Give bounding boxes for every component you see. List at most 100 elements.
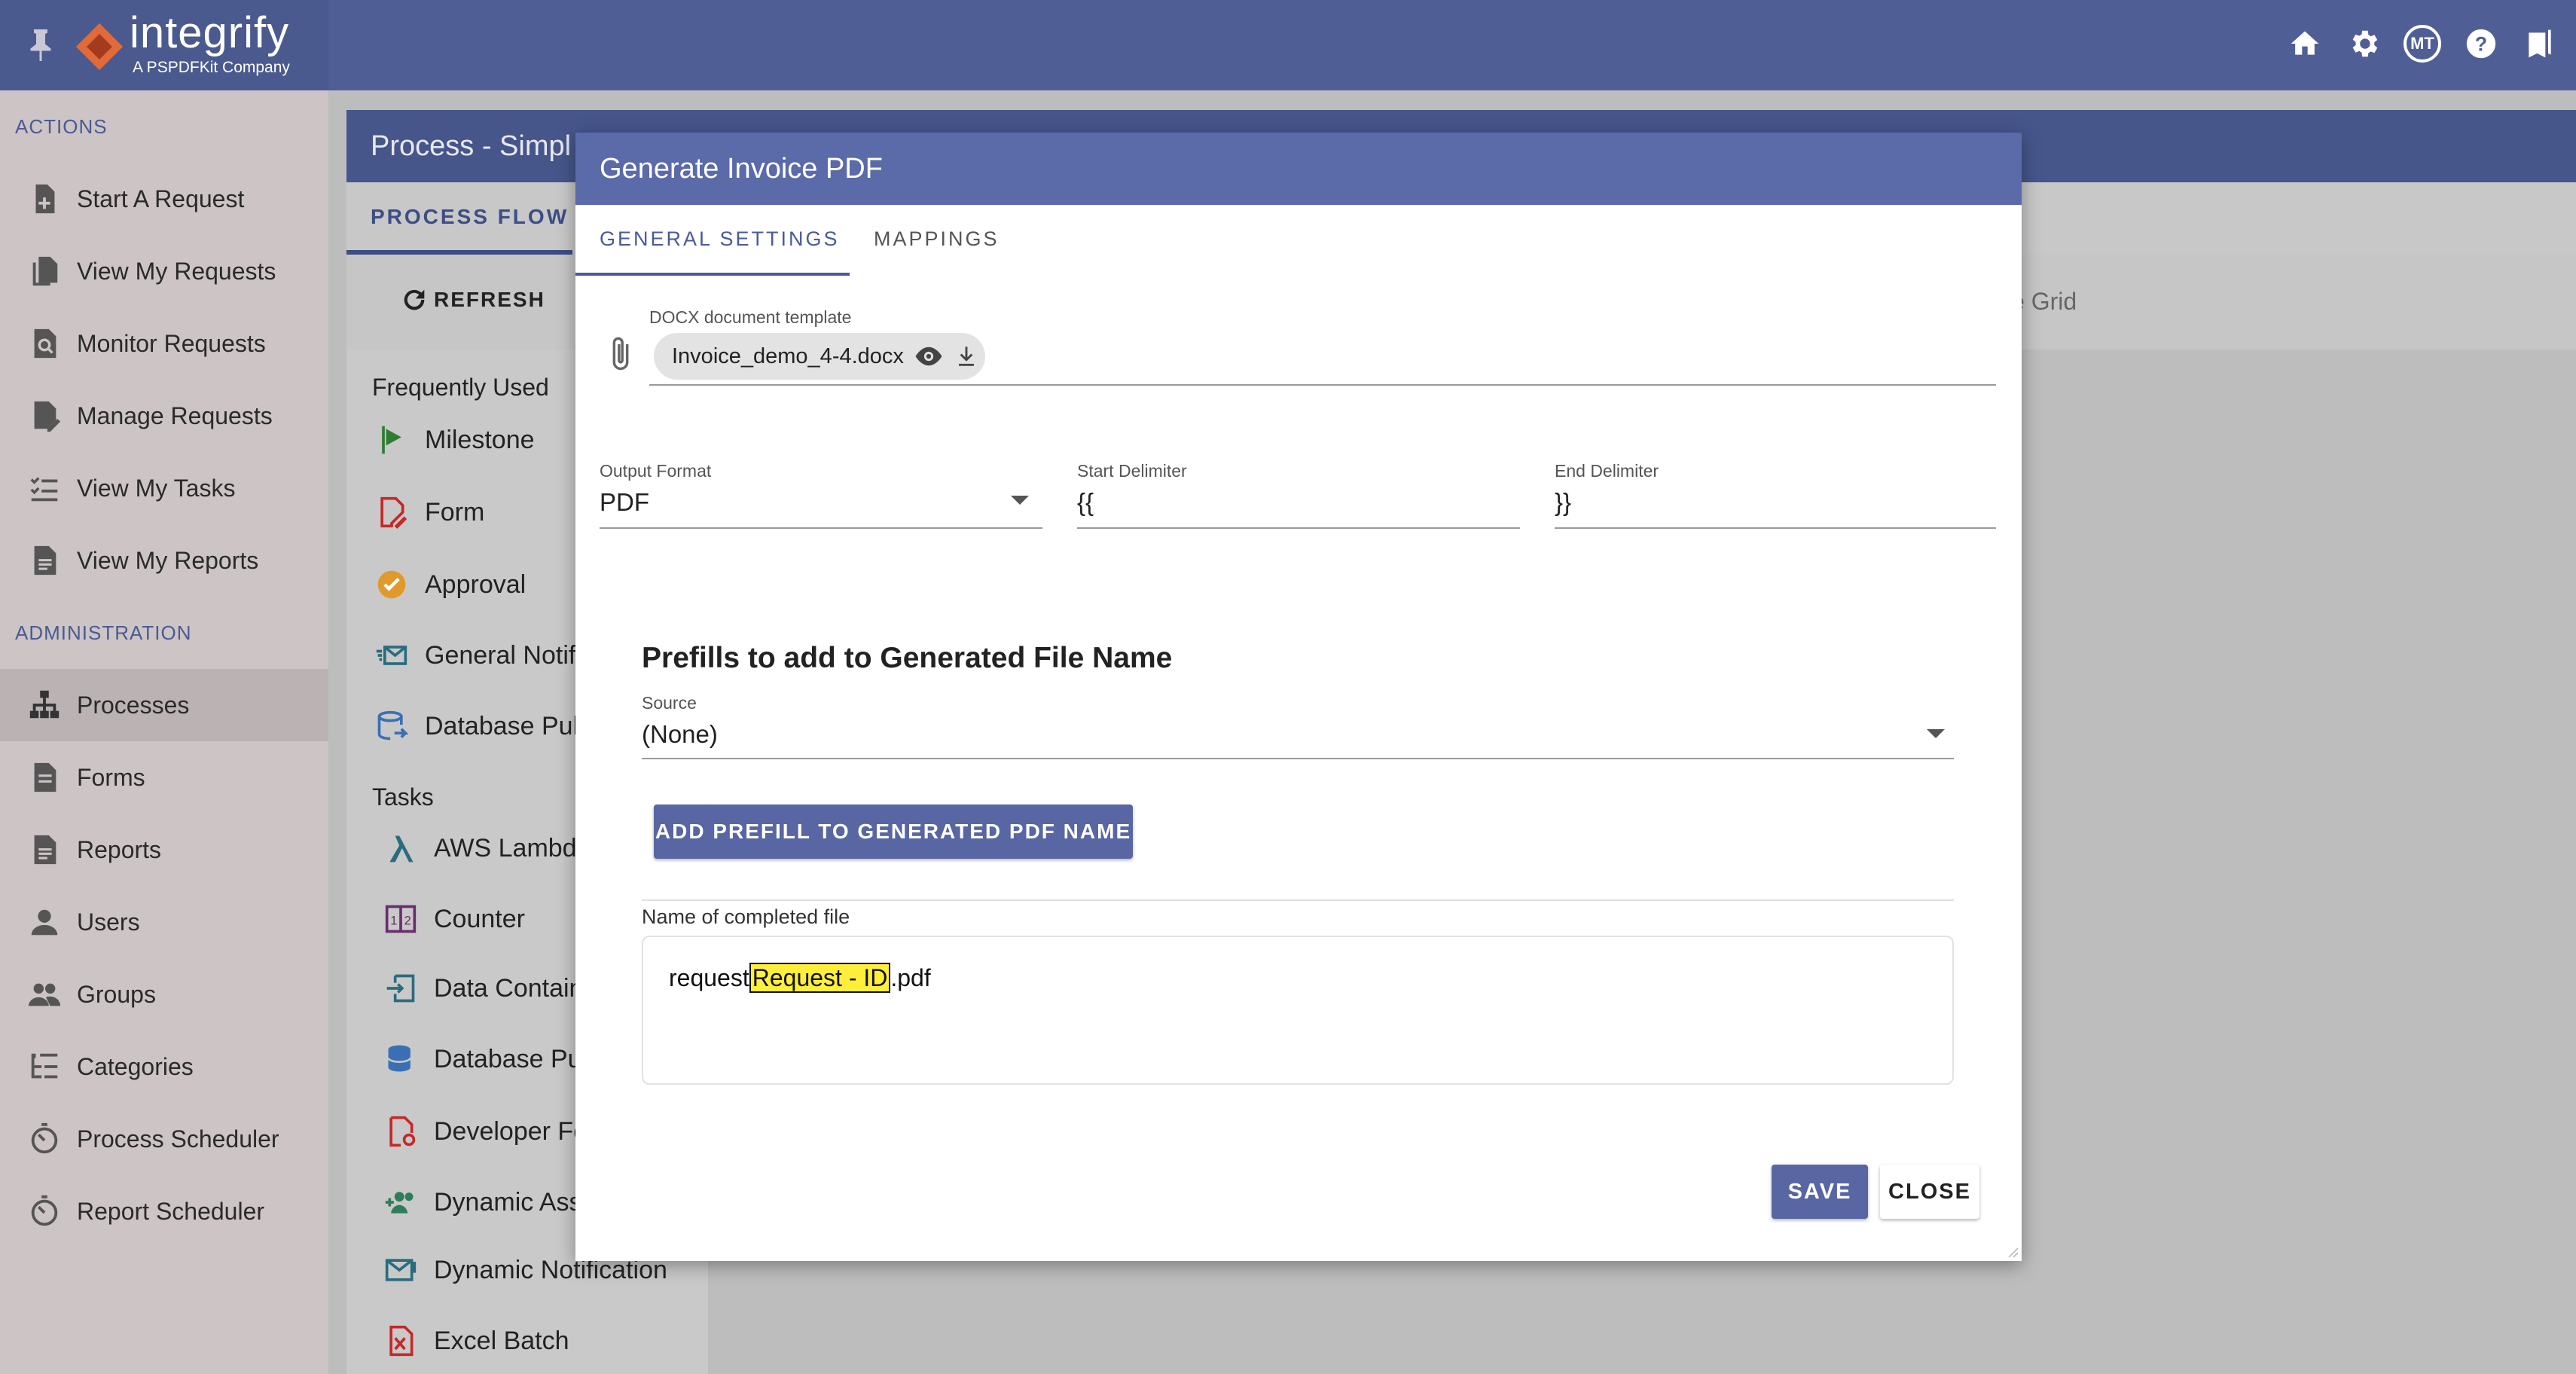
tasks-heading: Tasks	[372, 783, 434, 811]
report-icon	[34, 545, 56, 576]
download-icon[interactable]	[954, 344, 979, 369]
file-name-editor[interactable]: request Request - ID .pdf	[642, 936, 1954, 1085]
svg-text:?: ?	[2475, 33, 2487, 56]
template-underline	[649, 384, 1996, 386]
sidebar-item-label: View My Tasks	[77, 474, 236, 502]
sidebar-item-label: Report Scheduler	[77, 1197, 265, 1225]
database-icon	[377, 710, 408, 740]
palette-item-form[interactable]: Form	[375, 496, 484, 529]
start-delimiter-input[interactable]: {{	[1077, 488, 1094, 517]
refresh-button[interactable]: REFRESH	[399, 285, 545, 315]
sidebar-item-monitor-requests[interactable]: Monitor Requests	[0, 307, 328, 380]
palette-item-dynamic-assignment[interactable]: Dynamic Ass	[384, 1186, 582, 1219]
paperclip-icon[interactable]	[606, 334, 636, 374]
close-button[interactable]: CLOSE	[1880, 1165, 1979, 1219]
sidebar-item-manage-requests[interactable]: Manage Requests	[0, 380, 328, 452]
sidebar-item-start-a-request[interactable]: Start A Request	[0, 163, 328, 235]
palette-item-label: Dynamic Ass	[434, 1187, 582, 1217]
sidebar-item-label: View My Reports	[77, 546, 259, 574]
sidebar-item-view-my-requests[interactable]: View My Requests	[0, 235, 328, 307]
output-format-label: Output Format	[600, 461, 712, 481]
palette-item-milestone[interactable]: Milestone	[375, 423, 535, 456]
frequently-used-heading: Frequently Used	[372, 374, 549, 401]
add-prefill-button[interactable]: ADD PREFILL TO GENERATED PDF NAME	[654, 805, 1133, 859]
group-icon	[28, 983, 61, 1006]
sidebar-item-label: Users	[77, 908, 140, 936]
sidebar-item-processes[interactable]: Processes	[0, 669, 328, 741]
user-icon	[31, 909, 58, 936]
sidebar-item-view-my-reports[interactable]: View My Reports	[0, 524, 328, 597]
form-edit-icon	[380, 496, 407, 529]
pin-icon[interactable]	[27, 27, 54, 63]
sidebar-item-view-my-tasks[interactable]: View My Tasks	[0, 452, 328, 524]
home-icon[interactable]	[2284, 21, 2326, 66]
chevron-down-icon[interactable]	[1927, 729, 1945, 740]
logo-text: integrify	[130, 8, 290, 57]
palette-item-excel-batch[interactable]: Excel Batch	[384, 1324, 569, 1357]
end-delimiter-label: End Delimiter	[1555, 461, 1659, 481]
user-avatar[interactable]: MT	[2401, 21, 2443, 66]
sidebar-item-process-scheduler[interactable]: Process Scheduler	[0, 1103, 328, 1175]
source-underline	[642, 758, 1954, 759]
save-button[interactable]: SAVE	[1772, 1165, 1868, 1219]
palette-item-data-container[interactable]: Data Contain	[384, 972, 583, 1005]
palette-item-counter[interactable]: 12 Counter	[384, 902, 525, 936]
palette-item-developer-form[interactable]: Developer Fo	[384, 1115, 588, 1148]
palette-item-label: Excel Batch	[434, 1326, 569, 1355]
prefills-heading: Prefills to add to Generated File Name	[642, 642, 1173, 674]
gear-icon[interactable]	[2343, 21, 2385, 66]
sidebar-heading-actions: ACTIONS	[15, 114, 108, 138]
checklist-icon	[30, 477, 58, 502]
chevron-down-icon[interactable]	[1011, 496, 1029, 506]
palette-item-label: Database Pu	[434, 1044, 582, 1073]
template-label: DOCX document template	[649, 307, 852, 327]
tab-process-flow[interactable]: PROCESS FLOW	[371, 205, 569, 229]
palette-item-database-pull[interactable]: Database Pul	[375, 710, 578, 743]
sidebar-item-label: Groups	[77, 980, 156, 1008]
svg-text:1: 1	[390, 914, 397, 927]
end-delimiter-input[interactable]: }}	[1555, 488, 1571, 517]
sidebar-item-label: Process Scheduler	[77, 1125, 279, 1153]
email-alert-icon	[385, 1259, 417, 1281]
start-delimiter-underline	[1077, 527, 1520, 529]
flag-icon	[382, 426, 401, 454]
dialog-title: Generate Invoice PDF	[575, 133, 2022, 205]
active-tab-indicator	[575, 273, 850, 276]
palette-item-database-push[interactable]: Database Pu	[384, 1043, 582, 1076]
logo-area: integrify A PSPDFKit Company	[0, 0, 328, 90]
sidebar-item-categories[interactable]: Categories	[0, 1030, 328, 1103]
eye-icon[interactable]	[913, 340, 945, 372]
sidebar-item-label: Categories	[77, 1052, 194, 1080]
palette-item-label: Approval	[425, 569, 526, 599]
source-select[interactable]: (None)	[642, 720, 718, 749]
start-delimiter-label: Start Delimiter	[1077, 461, 1187, 481]
sidebar-item-label: Monitor Requests	[77, 329, 266, 357]
tab-general-settings[interactable]: GENERAL SETTINGS	[600, 227, 840, 251]
timer-icon	[31, 1195, 58, 1226]
import-icon	[386, 974, 415, 1003]
sidebar-item-users[interactable]: Users	[0, 886, 328, 958]
sidebar-item-label: Forms	[77, 763, 145, 791]
generate-invoice-dialog: Generate Invoice PDF GENERAL SETTINGS MA…	[575, 133, 2022, 1261]
file-name-token[interactable]: Request - ID	[749, 963, 891, 993]
sidebar-item-label: Processes	[77, 691, 190, 719]
sidebar-item-report-scheduler[interactable]: Report Scheduler	[0, 1175, 328, 1247]
sidebar-item-forms[interactable]: Forms	[0, 741, 328, 814]
form-icon	[34, 762, 56, 792]
palette-item-label: Database Pul	[425, 711, 579, 740]
palette-item-aws-lambda[interactable]: AWS Lambda	[384, 832, 591, 865]
palette-item-label: Developer Fo	[434, 1116, 588, 1146]
resize-handle-icon[interactable]	[2005, 1244, 2019, 1258]
help-icon[interactable]: ?	[2460, 21, 2502, 66]
sidebar-item-groups[interactable]: Groups	[0, 958, 328, 1030]
tab-mappings[interactable]: MAPPINGS	[874, 227, 1000, 251]
sidebar-item-reports[interactable]: Reports	[0, 814, 328, 886]
palette-item-general-notification[interactable]: General Notif	[375, 639, 575, 672]
palette-item-approval[interactable]: Approval	[375, 568, 526, 601]
bookmarks-icon[interactable]	[2519, 21, 2561, 66]
top-bar: integrify A PSPDFKit Company MT ?	[0, 0, 2576, 90]
sidebar-item-label: Manage Requests	[77, 402, 273, 429]
output-format-select[interactable]: PDF	[600, 488, 649, 517]
template-file-chip[interactable]: Invoice_demo_4-4.docx	[654, 333, 985, 380]
sitemap-icon	[29, 690, 60, 719]
